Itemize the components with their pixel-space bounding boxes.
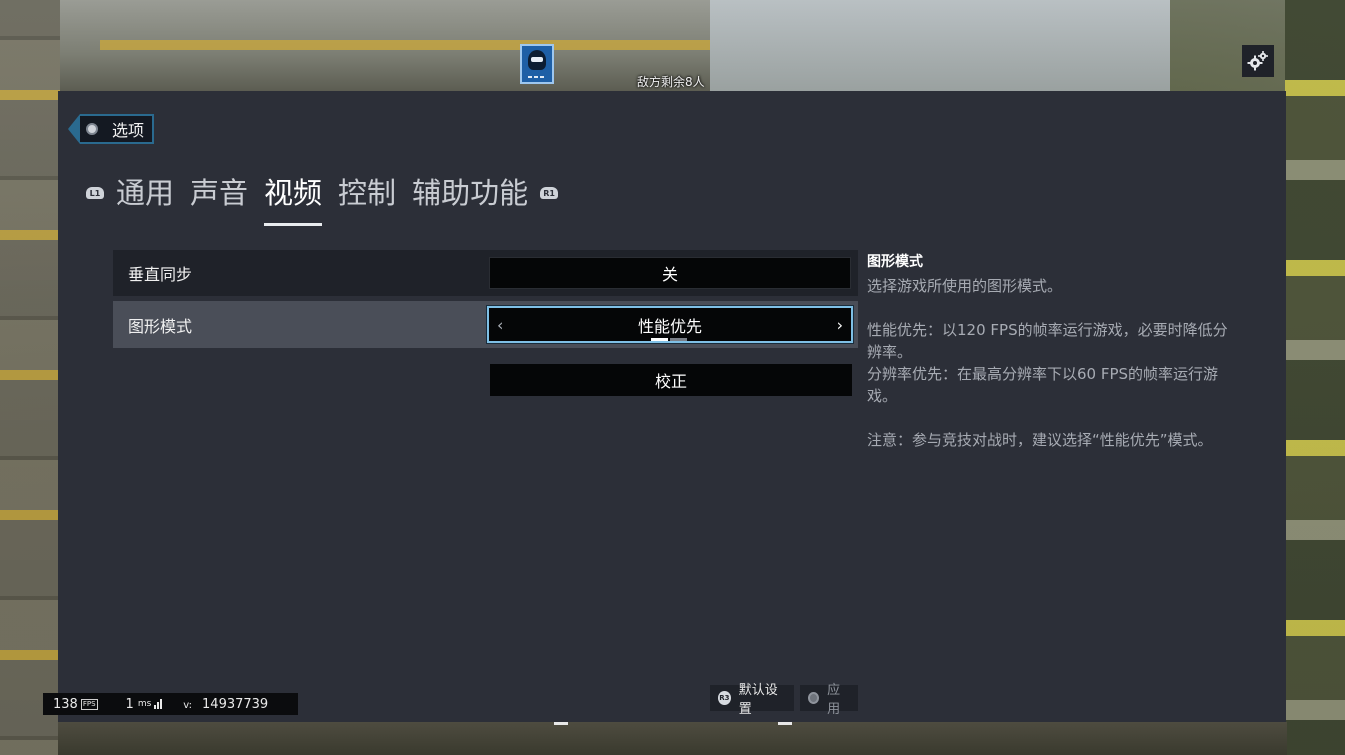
- background-scene-top: [60, 0, 1170, 91]
- apply-button[interactable]: 应用: [800, 683, 858, 717]
- chevron-right-icon[interactable]: ›: [837, 315, 843, 334]
- tab-general[interactable]: 通用: [116, 170, 174, 216]
- title-body: 选项: [80, 114, 155, 144]
- setting-row-vsync[interactable]: 垂直同步 关: [113, 250, 858, 296]
- background-scene-left: [0, 0, 60, 755]
- r3-button-icon: R3: [718, 691, 731, 705]
- title-circle-icon: [86, 123, 98, 135]
- version-display: v: 14937739: [183, 697, 268, 712]
- chevron-left-icon[interactable]: ‹: [497, 315, 503, 334]
- vsync-value[interactable]: 关: [489, 257, 851, 289]
- default-settings-button[interactable]: R3 默认设置: [710, 683, 794, 717]
- description-panel: 图形模式 选择游戏所使用的图形模式。 性能优先：以120 FPS的帧率运行游戏，…: [867, 251, 1237, 451]
- apply-label: 应用: [827, 683, 841, 717]
- fps-value: 138: [53, 696, 78, 712]
- background-scene-right: [1285, 0, 1345, 755]
- description-summary: 选择游戏所使用的图形模式。: [867, 277, 1063, 295]
- ping-unit: ms: [137, 699, 152, 709]
- description-note: 注意：参与竞技对战时，建议选择“性能优先”模式。: [867, 431, 1213, 449]
- calibrate-button[interactable]: 校正: [490, 364, 852, 396]
- options-panel: 选项 L1 通用 声音 视频 控制 辅助功能 R1 垂直同步 关 图形模式 ‹ …: [58, 91, 1286, 722]
- gear-icon[interactable]: [1242, 45, 1274, 77]
- tab-bar: L1 通用 声音 视频 控制 辅助功能 R1: [86, 170, 559, 226]
- background-scene-bottom: [58, 722, 1287, 755]
- version-label: v:: [183, 699, 193, 711]
- title-arrow: [68, 114, 80, 144]
- page-title: 选项: [112, 121, 145, 140]
- r1-bumper-icon[interactable]: R1: [540, 187, 559, 199]
- graphics-mode-value: 性能优先: [637, 316, 702, 336]
- tab-accessibility[interactable]: 辅助功能: [412, 170, 528, 216]
- signal-icon: [154, 699, 163, 709]
- fps-tag: FPS: [80, 698, 98, 710]
- vsync-value-text: 关: [661, 265, 678, 284]
- hud-tick: [778, 722, 792, 725]
- option-pager: [651, 338, 689, 341]
- pager-dot: [651, 338, 668, 341]
- hud-tick: [554, 722, 568, 725]
- tab-controls[interactable]: 控制: [338, 170, 396, 216]
- setting-label: 垂直同步: [128, 265, 193, 284]
- default-settings-label: 默认设置: [738, 683, 778, 717]
- pager-dot: [670, 338, 687, 341]
- options-title-tag: 选项: [68, 114, 155, 144]
- setting-label: 图形模式: [128, 316, 193, 336]
- setting-row-graphics-mode[interactable]: 图形模式 ‹ 性能优先 ›: [113, 301, 858, 348]
- version-value: 14937739: [202, 696, 269, 712]
- operator-bars: [528, 76, 546, 78]
- tab-video[interactable]: 视频: [264, 170, 323, 226]
- operator-icon: [520, 44, 554, 84]
- operator-face: [528, 50, 546, 70]
- performance-overlay: 138 FPS 1 ms v: 14937739: [43, 693, 298, 715]
- description-performance: 性能优先：以120 FPS的帧率运行游戏，必要时降低分辨率。: [867, 321, 1228, 361]
- tab-audio[interactable]: 声音: [190, 170, 248, 216]
- description-resolution: 分辨率优先：在最高分辨率下以60 FPS的帧率运行游戏。: [867, 365, 1219, 405]
- enemies-remaining-text: 敌方剩余8人: [637, 75, 705, 89]
- description-heading: 图形模式: [867, 254, 923, 270]
- l1-bumper-icon[interactable]: L1: [86, 187, 104, 199]
- background-stripe: [100, 40, 750, 50]
- background-sky: [710, 0, 1170, 91]
- ping-value: 1: [125, 696, 134, 712]
- options-button-icon: [808, 692, 820, 704]
- graphics-mode-selector[interactable]: ‹ 性能优先 ›: [487, 306, 853, 343]
